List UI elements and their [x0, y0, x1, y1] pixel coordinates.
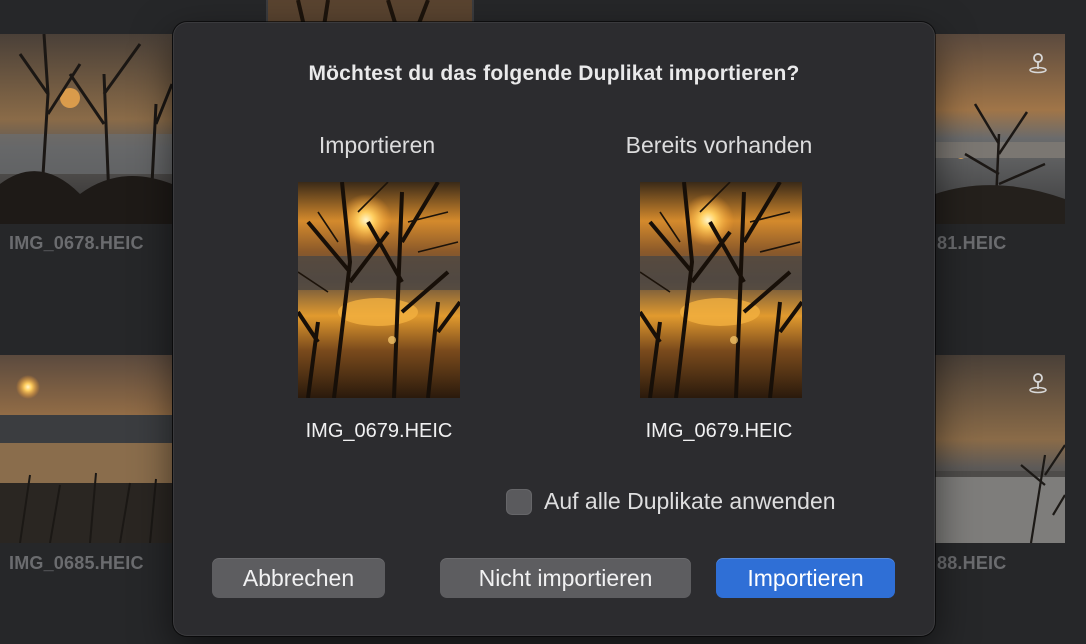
grid-filename: 81.HEIC: [937, 233, 1007, 253]
dialog-title: Möchtest du das folgende Duplikat import…: [308, 62, 800, 85]
cancel-button[interactable]: Abbrechen: [212, 558, 385, 598]
map-pin-icon: [1027, 52, 1049, 74]
existing-filename: IMG_0679.HEIC: [645, 420, 793, 442]
grid-photo-1[interactable]: [0, 34, 172, 224]
import-photo-preview: [298, 182, 460, 398]
existing-column-heading: Bereits vorhanden: [625, 132, 813, 158]
map-pin-icon: [1027, 372, 1049, 394]
apply-to-all-row[interactable]: Auf alle Duplikate anwenden: [506, 488, 836, 515]
import-filename: IMG_0679.HEIC: [305, 420, 453, 442]
apply-to-all-label[interactable]: Auf alle Duplikate anwenden: [544, 488, 836, 515]
grid-photo-3[interactable]: [0, 355, 172, 543]
apply-to-all-checkbox[interactable]: [506, 488, 532, 515]
import-button[interactable]: Importieren: [716, 558, 895, 598]
existing-photo-preview: [640, 182, 802, 398]
dont-import-button[interactable]: Nicht importieren: [440, 558, 691, 598]
grid-filename: IMG_0685.HEIC: [9, 553, 144, 573]
grid-filename: 88.HEIC: [937, 553, 1007, 573]
grid-filename: IMG_0678.HEIC: [9, 233, 144, 253]
import-column-heading: Importieren: [318, 132, 436, 158]
duplicate-import-dialog: Möchtest du das folgende Duplikat import…: [173, 22, 935, 636]
